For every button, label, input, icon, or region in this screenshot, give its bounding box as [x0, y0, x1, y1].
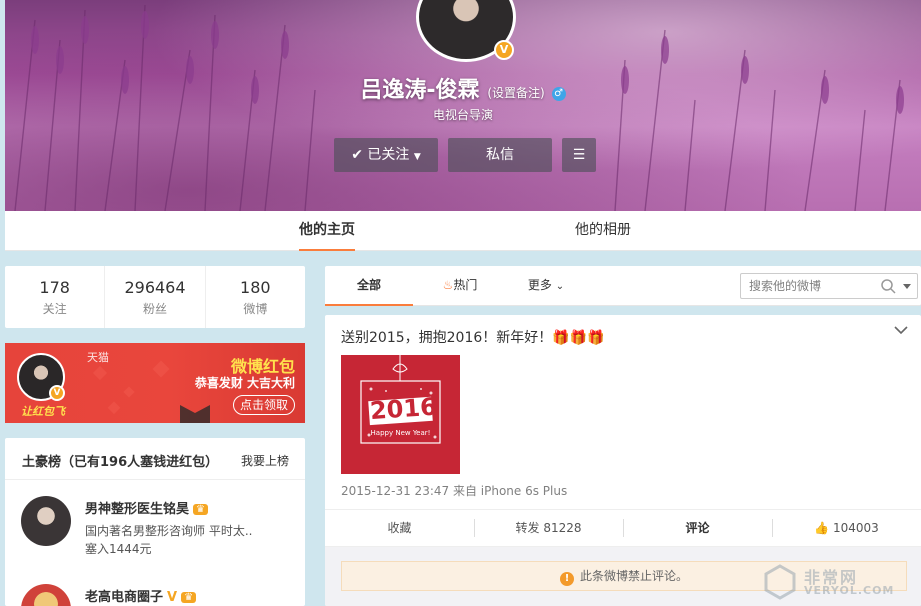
stat-posts[interactable]: 180 微博	[206, 266, 305, 328]
stats-card: 178 关注 296464 粉丝 180 微博	[5, 266, 305, 328]
caret-down-icon[interactable]	[901, 279, 913, 293]
stat-following-label: 关注	[42, 302, 67, 316]
comment-button[interactable]: 评论	[623, 510, 772, 546]
flame-icon: ♨	[442, 278, 454, 292]
tab-all[interactable]: 全部	[325, 266, 413, 306]
verified-badge-icon: V	[494, 40, 514, 60]
menu-icon: ☰	[572, 147, 586, 163]
rich-item-name-text: 老高电商圈子	[85, 590, 164, 605]
thumbs-up-icon: 👍	[814, 521, 830, 535]
private-message-label: 私信	[486, 147, 514, 163]
watermark-logo-icon	[764, 564, 796, 600]
repost-button[interactable]: 转发 81228	[474, 510, 623, 546]
red-packet-banner[interactable]: V 让红包飞 天猫 微博红包 恭喜发财 大吉大利 点击领取	[5, 343, 305, 423]
verified-v-icon: V	[167, 590, 178, 605]
comment-disabled-text: 此条微博禁止评论。	[579, 569, 688, 583]
chevron-down-icon[interactable]	[893, 323, 909, 337]
tab-more[interactable]: 更多 ⌄	[520, 266, 572, 306]
profile-nav: 他的主页 他的相册	[5, 211, 921, 251]
verified-badge-icon: V	[49, 385, 65, 401]
red-packet-tag: 让红包飞	[21, 405, 65, 418]
repost-label: 转发 81228	[515, 521, 582, 535]
post-image[interactable]: 2016 Happy New Year!	[341, 355, 460, 474]
profile-subtitle: 电视台导演	[432, 108, 493, 122]
tmall-logo: 天猫	[87, 351, 109, 364]
set-remark-link[interactable]: (设置备注)	[487, 86, 544, 100]
stat-fans[interactable]: 296464 粉丝	[105, 266, 206, 328]
rich-list-header: 土豪榜（已有196人塞钱进红包） 我要上榜	[5, 438, 305, 480]
site-watermark: 非常网 VERYOL.COM	[760, 562, 920, 602]
stat-posts-label: 微博	[243, 302, 268, 316]
red-packet-avatar: V	[17, 353, 65, 401]
rich-list-title: 土豪榜（已有196人塞钱进红包）	[22, 455, 219, 470]
rich-item-name-text: 男神整形医生铭昊	[85, 502, 190, 517]
stat-fans-label: 粉丝	[142, 302, 167, 316]
search-input[interactable]	[749, 278, 869, 294]
stat-following[interactable]: 178 关注	[5, 266, 106, 328]
claim-red-packet-button[interactable]: 点击领取	[232, 395, 295, 415]
more-menu-button[interactable]: ☰	[562, 138, 596, 172]
warning-icon: !	[559, 572, 574, 586]
stat-fans-value: 296464	[124, 278, 186, 297]
gold-member-icon: ♛	[193, 504, 208, 515]
favorite-label: 收藏	[387, 521, 412, 535]
avatar[interactable]	[21, 584, 71, 606]
gold-member-icon: ♛	[181, 592, 197, 603]
search-icon[interactable]	[880, 278, 896, 294]
watermark-en: VERYOL.COM	[804, 584, 895, 597]
rich-item-amount: 塞入1444元	[85, 542, 152, 556]
join-rich-list-link[interactable]: 我要上榜	[241, 452, 289, 469]
tab-hot-label: 热门	[453, 278, 478, 292]
post-actions: 收藏 转发 81228 评论 👍 104003	[325, 509, 921, 547]
stat-posts-value: 180	[240, 278, 271, 297]
image-caption-text: Happy New Year!	[370, 429, 431, 437]
comment-label: 评论	[685, 521, 710, 535]
male-gender-icon: ♂	[551, 87, 566, 101]
search-box[interactable]	[740, 273, 918, 299]
feed-tabs: 全部 ♨热门 更多 ⌄	[325, 266, 921, 306]
post-text: 送别2015，拥抱2016！新年好！🎁🎁🎁	[341, 330, 605, 346]
favorite-button[interactable]: 收藏	[325, 510, 474, 546]
image-year-text: 2016	[369, 392, 438, 426]
private-message-button[interactable]: 私信	[448, 138, 552, 172]
profile-name-row: 吕逸涛-俊霖 (设置备注) ♂	[5, 72, 921, 104]
chevron-down-icon: ⌄	[555, 281, 565, 292]
rich-item-desc: 国内著名男整形咨询师 平时太..	[85, 524, 253, 538]
stat-following-value: 178	[39, 278, 70, 297]
post-meta[interactable]: 2015-12-31 23:47 来自 iPhone 6s Plus	[341, 482, 567, 499]
like-button[interactable]: 👍 104003	[772, 510, 921, 546]
check-icon: ✔	[351, 147, 363, 163]
profile-avatar-wrap[interactable]: V	[416, 0, 520, 64]
followed-button[interactable]: ✔ 已关注 ▼	[334, 138, 438, 172]
followed-button-label: 已关注	[367, 147, 410, 163]
profile-banner: V 吕逸涛-俊霖 (设置备注) ♂ 电视台导演 ✔ 已关注 ▼ 私信 ☰	[5, 0, 921, 211]
tab-more-label: 更多	[527, 278, 552, 292]
tab-his-album[interactable]: 他的相册	[575, 211, 631, 251]
tab-his-home[interactable]: 他的主页	[299, 211, 355, 251]
red-packet-subtitle: 恭喜发财 大吉大利	[194, 376, 295, 390]
rich-item-name[interactable]: 男神整形医生铭昊 ♛	[85, 498, 208, 517]
avatar[interactable]	[21, 496, 71, 546]
rich-list-card: 土豪榜（已有196人塞钱进红包） 我要上榜 男神整形医生铭昊 ♛ 国内著名男整形咨…	[5, 438, 305, 606]
tab-hot[interactable]: ♨热门	[430, 266, 490, 306]
rich-item-name[interactable]: 老高电商圈子 V ♛	[85, 586, 197, 605]
caret-down-icon: ▼	[413, 152, 421, 162]
like-count: 104003	[832, 521, 879, 535]
profile-name: 吕逸涛-俊霖	[360, 78, 480, 103]
